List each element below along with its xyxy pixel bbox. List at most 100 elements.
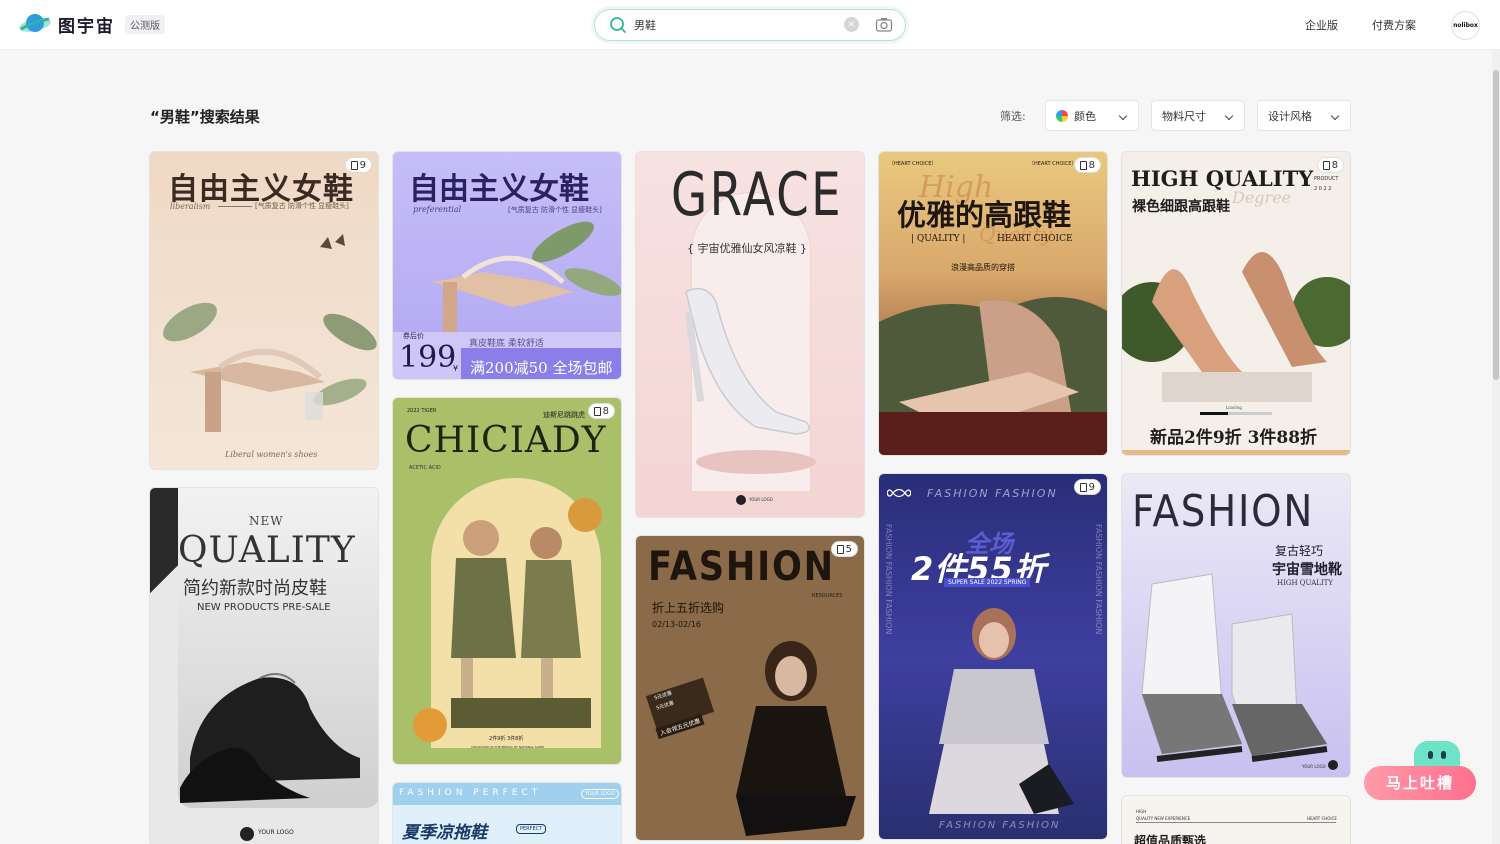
card-top-left-2: QUALITY NEW EXPERIENCE	[1136, 816, 1191, 821]
template-card[interactable]: HIGH QUALITY NEW EXPERIENCE HEART CHOICE…	[1121, 795, 1351, 844]
snow-boots-illustration	[1141, 573, 1329, 762]
logo-icon	[736, 495, 746, 505]
card-promo: 满200减50 全场包邮	[470, 359, 613, 377]
card-promo: 2件9折 3件8折	[489, 736, 524, 742]
robot-eye	[1428, 751, 1433, 759]
card-strip: SUPER SALE 2022 SPRING	[944, 578, 1031, 587]
template-card[interactable]: 自由主义女鞋 preferential [气质复古 防滑个性 显瘦鞋头] 券后价…	[392, 151, 622, 380]
template-card[interactable]: 8 HIGH QUALITY 裸色细跟高跟鞋 Degree PRODUCT 2 …	[1121, 151, 1351, 456]
card-headline: FASHION	[648, 544, 835, 590]
card-footer: YOUR LOGO	[749, 497, 773, 502]
scrollbar-thumb[interactable]	[1493, 70, 1499, 380]
card-logo: YOUR LOGO	[581, 789, 619, 799]
card-band: FASHION FASHION	[927, 487, 1058, 500]
enterprise-link[interactable]: 企业版	[1305, 17, 1338, 33]
chevron-down-icon	[1330, 111, 1340, 121]
card-headline: QUALITY	[178, 530, 356, 571]
card-brand-right: 迪斯尼跳跳虎	[543, 411, 585, 419]
card-headline: CHICIADY	[405, 420, 607, 461]
app-root: 图宇宙 公测版 × 企业版 付费方案 nolibox “男鞋”搜索结果 筛选: …	[0, 0, 1500, 844]
template-card[interactable]: FASHION PERFECT YOUR LOGO 夏季凉拖鞋 PERFECT	[392, 782, 622, 844]
page-count-badge: 8	[587, 403, 615, 419]
template-card[interactable]: 5 FASHION RESOURCES 折上五折选购 02/13-02/16 5…	[635, 535, 865, 841]
pages-icon	[1079, 160, 1087, 170]
card-deco: Degree	[1232, 188, 1292, 207]
template-card[interactable]: FASHION 复古轻巧 宇宙雪地靴 HIGH QUALITY YOUR LOG…	[1121, 473, 1351, 778]
page-count-badge: 8	[1316, 157, 1344, 173]
template-card[interactable]: 9 自由主义女鞋 liberalism [气质复古 防滑个性 显瘦鞋头] Lib…	[149, 151, 379, 470]
page-count-badge: 9	[1073, 479, 1101, 495]
price-unit: ¥	[453, 364, 459, 373]
page-count: 9	[359, 159, 366, 171]
page-count: 8	[1088, 159, 1095, 171]
card-headline: FASHION PERFECT	[399, 788, 542, 798]
heels-illustration	[1122, 252, 1350, 402]
planet-logo-icon	[19, 14, 51, 32]
feedback-button[interactable]: 马上吐槽	[1364, 766, 1476, 800]
template-card[interactable]: GRACE { 宇宙优雅仙女风凉鞋 } YOUR LOGO	[635, 151, 865, 518]
card-headline: 自由主义女鞋	[409, 172, 589, 207]
brand-name: 图宇宙	[58, 16, 115, 37]
kids-illustration	[451, 520, 591, 728]
pages-icon	[1079, 482, 1087, 492]
card-top-left: HIGH	[1136, 809, 1147, 814]
card-subtitle: 夏季凉拖鞋	[402, 823, 487, 843]
chevron-down-icon	[1224, 111, 1234, 121]
pages-icon	[836, 544, 844, 554]
card-footer: Liberal women's shoes	[225, 450, 318, 459]
card-top-left: 〔HEART CHOICE〕	[889, 161, 937, 167]
card-headline-small: NEW	[249, 514, 284, 528]
page-count: 8	[602, 405, 609, 417]
logo-icon	[1328, 760, 1338, 770]
page-title: “男鞋”搜索结果	[150, 108, 260, 126]
search-icon[interactable]	[609, 16, 627, 34]
card-resources: RESOURCES	[812, 593, 843, 599]
sandal-illustration	[163, 234, 377, 432]
search-input[interactable]	[634, 16, 834, 34]
size-filter-dropdown[interactable]: 物料尺寸	[1151, 100, 1245, 131]
template-card[interactable]: NEW QUALITY 简约新款时尚皮鞋 NEW PRODUCTS PRE-SA…	[149, 487, 379, 844]
brand-logo[interactable]: 图宇宙 公测版	[18, 10, 165, 38]
page-count: 8	[1331, 159, 1338, 171]
top-bar: 图宇宙 公测版 × 企业版 付费方案 nolibox	[0, 0, 1500, 50]
pricing-link[interactable]: 付费方案	[1372, 17, 1416, 33]
card-bottom: FASHION FASHION	[939, 820, 1061, 831]
camera-icon[interactable]	[875, 16, 893, 34]
model-illustration	[879, 297, 1107, 455]
model-illustration	[736, 641, 856, 836]
card-headline: 超值品质甄选	[1134, 834, 1207, 844]
style-filter-dropdown[interactable]: 设计风格	[1257, 100, 1351, 131]
color-wheel-icon	[1056, 109, 1068, 122]
model-illustration	[929, 608, 1074, 814]
template-card[interactable]: 9 FASHION FASHION 全场 2件55折 SUPER SALE 20…	[878, 473, 1108, 840]
pages-icon	[593, 406, 601, 416]
style-filter-label: 设计风格	[1268, 109, 1312, 123]
card-subtitle: ACETIC ACID	[409, 465, 441, 471]
card-subtitle: { 宇宙优雅仙女风凉鞋 }	[687, 242, 807, 255]
leather-shoe-illustration	[180, 673, 360, 803]
template-card[interactable]: 8 〔HEART CHOICE〕 〔HEART CHOICE〕 High 优雅的…	[878, 151, 1108, 456]
loading-bar-fill	[1200, 412, 1228, 415]
logo-icon	[240, 827, 254, 841]
avatar[interactable]: nolibox	[1451, 11, 1480, 40]
size-filter-label: 物料尺寸	[1162, 109, 1206, 123]
beta-badge: 公测版	[125, 14, 165, 34]
card-side-left: FASHION FASHION FASHION	[884, 524, 893, 635]
search-bar: ×	[594, 9, 906, 41]
card-headline: GRACE	[671, 160, 844, 230]
divider	[1136, 822, 1336, 823]
page-count: 9	[1088, 481, 1095, 493]
page-scrollbar[interactable]	[1492, 50, 1500, 844]
flower-icon	[413, 708, 447, 742]
card-tags: [气质复古 防滑个性 显瘦鞋头]	[255, 202, 349, 210]
card-subtitle: 裸色细跟高跟鞋	[1132, 199, 1230, 215]
card-tags: NEW PRODUCTS PRE-SALE	[197, 602, 331, 613]
card-subtitle: liberalism	[170, 202, 211, 211]
card-left-tag: | QUALITY |	[911, 234, 966, 244]
page-count-badge: 8	[1073, 157, 1101, 173]
card-headline: FASHION	[1132, 486, 1315, 537]
template-card[interactable]: 8 2022 TIGER 迪斯尼跳跳虎 CHICIADY ACETIC ACID…	[392, 397, 622, 765]
clear-search-icon[interactable]: ×	[844, 17, 859, 32]
color-filter-dropdown[interactable]: 颜色	[1045, 100, 1139, 131]
flower-icon	[568, 498, 602, 532]
